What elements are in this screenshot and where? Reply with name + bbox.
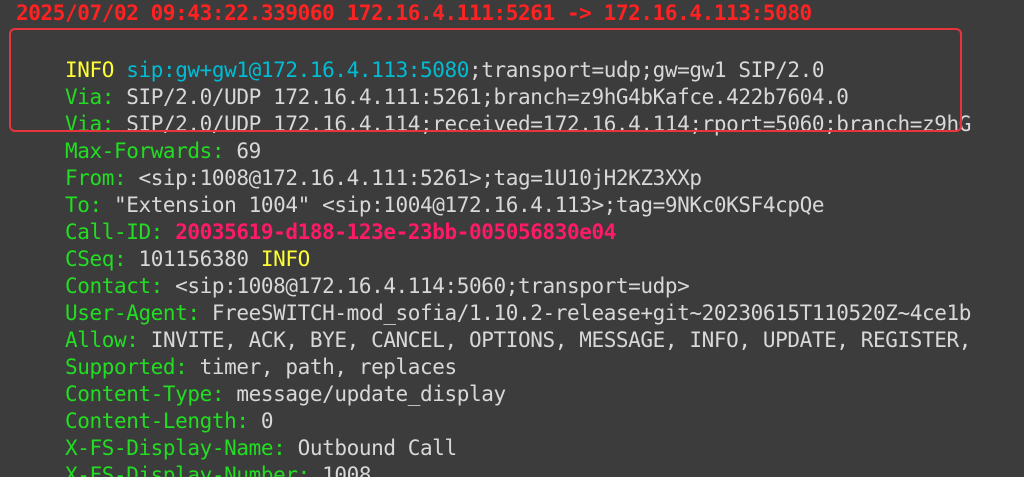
- header-value: 1008: [309, 463, 372, 477]
- header-name: X-FS-Display-Number:: [64, 463, 310, 477]
- timestamp-line: 2025/07/02 09:43:22.339060 172.16.4.111:…: [16, 1, 812, 25]
- header-supported: Supported: timer, path, replaces: [16, 327, 457, 379]
- header-via-2: Via: SIP/2.0/UDP 172.16.4.114;received=1…: [16, 84, 971, 136]
- header-user-agent: User-Agent: FreeSWITCH-mod_sofia/1.10.2-…: [16, 273, 971, 325]
- header-to: To: "Extension 1004" <sip:1004@172.16.4.…: [16, 165, 824, 217]
- header-from: From: <sip:1008@172.16.4.111:5261>;tag=1…: [16, 138, 702, 190]
- request-line: INFO sip:gw+gw1@172.16.4.113:5080;transp…: [16, 30, 825, 82]
- header-allow: Allow: INVITE, ACK, BYE, CANCEL, OPTIONS…: [16, 300, 971, 352]
- header-contact: Contact: <sip:1008@172.16.4.114:5060;tra…: [16, 246, 690, 298]
- header-cseq: CSeq: 101156380 INFO: [16, 219, 310, 271]
- header-content-length: Content-Length: 0: [16, 381, 274, 433]
- header-content-type: Content-Type: message/update_display: [16, 354, 506, 406]
- header-via-1: Via: SIP/2.0/UDP 172.16.4.111:5261;branc…: [16, 57, 849, 109]
- header-x-fs-display-name: X-FS-Display-Name: Outbound Call: [16, 408, 457, 460]
- header-call-id: Call-ID: 20035619-d188-123e-23bb-0050568…: [16, 192, 616, 244]
- header-max-forwards: Max-Forwards: 69: [16, 111, 261, 163]
- header-x-fs-display-number: X-FS-Display-Number: 1008: [16, 435, 371, 477]
- terminal-window[interactable]: 2025/07/02 09:43:22.339060 172.16.4.111:…: [0, 0, 1024, 477]
